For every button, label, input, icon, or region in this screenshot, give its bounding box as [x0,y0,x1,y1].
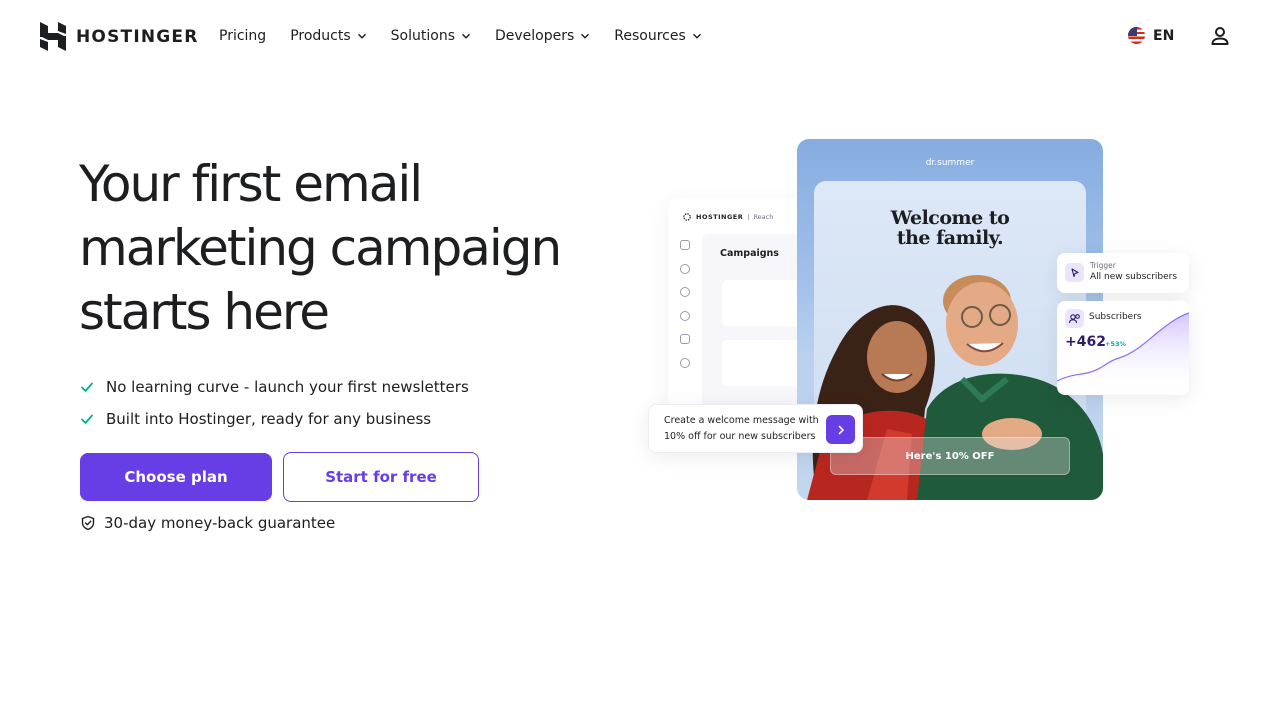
language-code: EN [1153,27,1175,44]
prompt-text: Create a welcome message with 10% off fo… [664,415,819,442]
grid-icon [680,334,690,344]
app-header: HOSTINGER | Reach [682,212,773,222]
logo-wordmark: HOSTINGER [76,26,199,47]
email-headline-line: Welcome to [890,207,1010,229]
hero-title-line: marketing campaign [79,219,562,277]
trigger-card: Trigger All new subscribers [1057,253,1189,293]
language-selector[interactable]: EN [1128,27,1174,44]
nav-item-label: Resources [614,28,686,44]
checkmark-icon [81,414,93,424]
trigger-icon [1065,263,1084,282]
hero-title: Your first email marketing campaign star… [79,152,599,344]
us-flag-icon [1128,27,1145,44]
subscribers-icon [1065,309,1084,328]
checkmark-icon [81,382,93,392]
top-navigation: HOSTINGER Pricing Products Solutions Dev… [0,0,1280,72]
nav-item-pricing[interactable]: Pricing [219,26,266,46]
feature-text: No learning curve - launch your first ne… [106,378,469,396]
send-icon [680,263,690,274]
sparkle-icon [680,310,690,321]
chevron-down-icon [581,33,590,39]
nav-item-label: Pricing [219,28,267,44]
hostinger-reach-logo-icon [683,213,691,221]
chevron-down-icon [357,33,366,39]
users-icon [1068,314,1080,324]
feature-text: Built into Hostinger, ready for any busi… [106,410,432,428]
user-icon[interactable] [1208,24,1232,48]
shield-check-icon [81,515,95,531]
subscribers-delta: +53% [1105,340,1127,348]
offer-button[interactable]: Here's 10% OFF [830,437,1070,475]
guarantee-text: 30-day money-back guarantee [104,514,336,532]
app-product: Reach [753,213,774,221]
chevron-down-icon [461,33,470,39]
subscribers-card: Subscribers +462 +53% [1057,301,1189,395]
main-menu: Pricing Products Solutions Developers Re… [219,26,726,46]
feature-item: Built into Hostinger, ready for any busi… [80,408,469,430]
nav-item-products[interactable]: Products [290,26,366,46]
hero-title-line: Your first email [79,155,423,213]
nav-item-developers[interactable]: Developers [495,26,590,46]
feature-item: No learning curve - launch your first ne… [80,376,469,398]
nav-item-label: Products [290,28,351,44]
app-brand: HOSTINGER [696,213,744,221]
settings-icon [680,357,690,368]
campaign-placeholder [722,340,802,386]
send-prompt-button[interactable] [826,415,855,444]
email-brand: dr.summer [925,158,975,168]
subscribers-label: Subscribers [1089,312,1142,322]
choose-plan-button[interactable]: Choose plan [80,453,272,501]
nav-item-solutions[interactable]: Solutions [391,26,471,46]
chevron-down-icon [692,33,701,39]
hostinger-logo-icon [40,22,66,51]
home-icon [680,240,690,250]
nav-item-label: Developers [494,28,575,44]
feature-list: No learning curve - launch your first ne… [80,376,469,440]
trigger-label: Trigger [1090,261,1116,270]
reach-app-preview: HOSTINGER | Reach Campaigns [668,198,808,408]
campaign-placeholder [722,280,802,326]
start-for-free-button[interactable]: Start for free [283,452,479,502]
trigger-value: All new subscribers [1090,272,1178,282]
users-icon [680,287,690,297]
app-section-title: Campaigns [720,248,779,259]
nav-item-resources[interactable]: Resources [614,26,702,46]
app-sidebar [680,240,700,381]
subscribers-count: +462 [1065,334,1106,350]
money-back-guarantee: 30-day money-back guarantee [80,514,335,532]
hero-title-line: starts here [79,283,330,341]
hostinger-logo[interactable]: HOSTINGER [40,22,199,51]
cursor-click-icon [1071,268,1079,278]
nav-item-label: Solutions [390,28,455,44]
ai-prompt-card: Create a welcome message with 10% off fo… [648,404,863,453]
chevron-right-icon [838,425,844,434]
